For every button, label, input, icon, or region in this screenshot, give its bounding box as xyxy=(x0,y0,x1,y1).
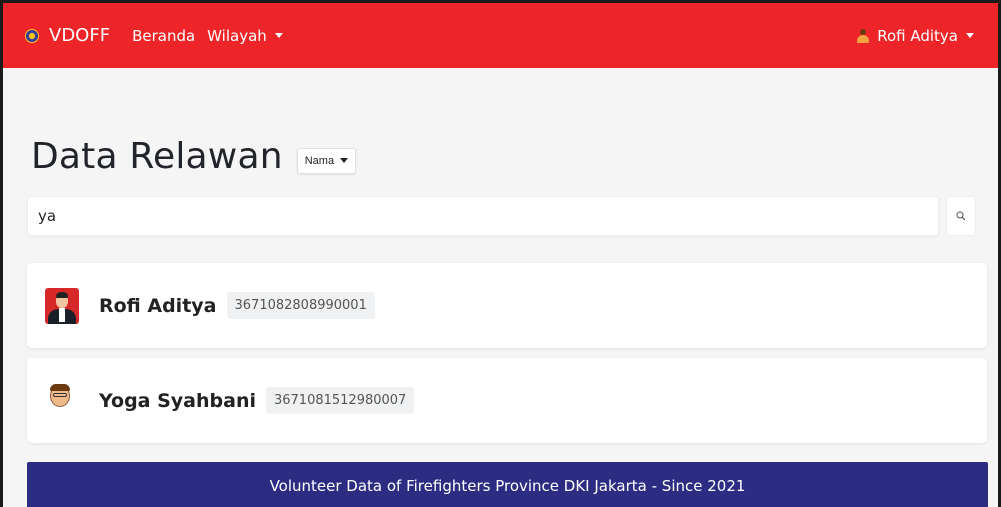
filter-dropdown-button[interactable]: Nama xyxy=(296,147,357,174)
search-row xyxy=(27,196,976,236)
brand-label: VDOFF xyxy=(49,25,111,46)
caret-down-icon xyxy=(340,158,349,163)
logo-icon xyxy=(25,28,39,43)
search-icon xyxy=(956,211,966,221)
nav-dropdown-wilayah[interactable]: Wilayah xyxy=(207,27,283,45)
list-item[interactable]: Yoga Syahbani 3671081512980007 xyxy=(27,358,987,443)
avatar xyxy=(45,287,79,324)
nav-dropdown-wilayah-label: Wilayah xyxy=(207,26,267,45)
app-window: VDOFF Beranda Wilayah Rofi Aditya Data R… xyxy=(0,0,1001,507)
search-button[interactable] xyxy=(946,196,976,236)
filter-label: Nama xyxy=(304,154,335,167)
person-id-badge: 3671081512980007 xyxy=(265,387,415,414)
user-name: Rofi Aditya xyxy=(877,26,958,45)
title-row: Data Relawan Nama xyxy=(31,136,357,177)
nav-link-beranda[interactable]: Beranda xyxy=(132,27,195,45)
search-input[interactable] xyxy=(27,196,939,236)
person-id-badge: 3671082808990001 xyxy=(226,292,375,319)
footer: Volunteer Data of Firefighters Province … xyxy=(27,462,988,507)
navbar: VDOFF Beranda Wilayah Rofi Aditya xyxy=(3,3,998,68)
caret-down-icon xyxy=(274,33,283,38)
user-menu-dropdown[interactable]: Rofi Aditya xyxy=(857,27,974,45)
caret-down-icon xyxy=(966,33,974,38)
list-item[interactable]: Rofi Aditya 3671082808990001 xyxy=(27,263,987,348)
person-name: Yoga Syahbani xyxy=(99,389,256,412)
brand-link[interactable]: VDOFF xyxy=(25,25,110,46)
user-icon xyxy=(857,28,870,43)
page-title: Data Relawan xyxy=(31,136,283,177)
person-name: Rofi Aditya xyxy=(99,294,217,317)
footer-text: Volunteer Data of Firefighters Province … xyxy=(269,477,746,495)
avatar xyxy=(49,383,71,419)
